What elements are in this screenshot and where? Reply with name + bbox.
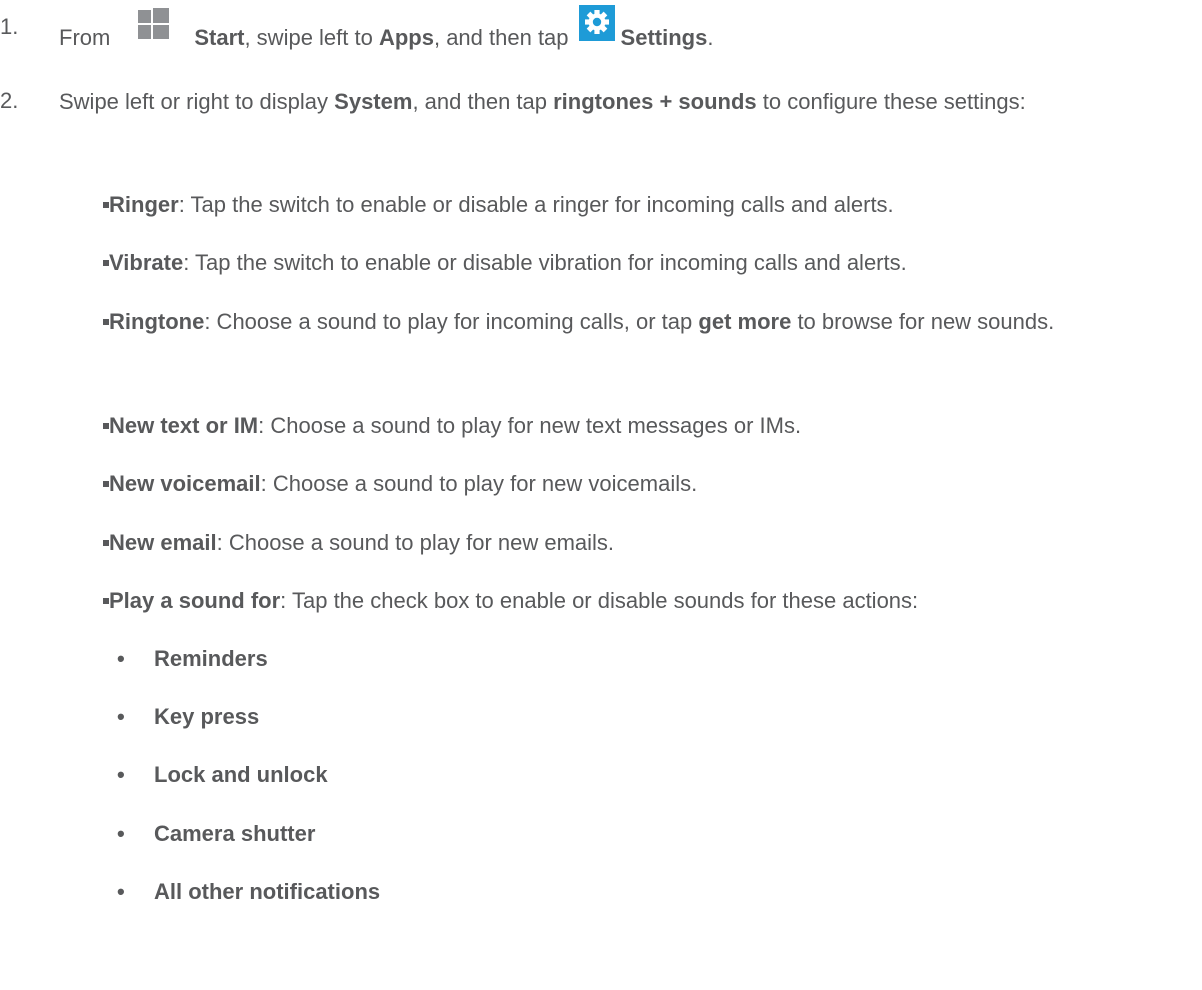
- apps-term: Apps: [378, 25, 434, 50]
- setting-term: Ringer: [109, 192, 179, 217]
- setting-desc: : Tap the switch to enable or disable a …: [178, 192, 894, 217]
- setting-item-vibrate: Vibrate: Tap the switch to enable or dis…: [103, 247, 1192, 278]
- step-body: From Start, swipe left to Apps, and then…: [59, 5, 1192, 53]
- bullet-square: [103, 481, 109, 487]
- setting-item-new-email: New email: Choose a sound to play for ne…: [103, 527, 1192, 558]
- setting-item-ringer: Ringer: Tap the switch to enable or disa…: [103, 189, 1192, 220]
- sound-action-item: • Camera shutter: [117, 818, 315, 849]
- setting-desc: : Choose a sound to play for new text me…: [258, 413, 802, 438]
- bullet-square: [103, 598, 109, 604]
- step-text: .: [707, 25, 714, 50]
- setting-desc: : Tap the check box to enable or disable…: [280, 588, 919, 613]
- start-term: Start: [194, 25, 245, 50]
- bullet-square: [103, 260, 109, 266]
- setting-desc: : Choose a sound to play for new voicema…: [260, 471, 698, 496]
- sound-action-label: Key press: [154, 704, 260, 729]
- setting-term: New voicemail: [109, 471, 261, 496]
- setting-item-new-voicemail: New voicemail: Choose a sound to play fo…: [103, 468, 1192, 499]
- sound-action-label: Reminders: [154, 646, 268, 671]
- step-1: 1. From Start, swipe left to Apps, and t…: [0, 5, 1192, 53]
- bullet-square: [103, 202, 109, 208]
- setting-item-new-text: New text or IM: Choose a sound to play f…: [103, 410, 1192, 441]
- bullet-dot: •: [117, 879, 125, 904]
- sound-action-item: • Lock and unlock: [117, 759, 328, 790]
- setting-term: Vibrate: [109, 250, 184, 275]
- setting-desc: to browse for new sounds.: [797, 309, 1055, 334]
- step-number: 1.: [0, 14, 19, 39]
- bullet-square: [103, 540, 109, 546]
- step-text: From: [59, 25, 111, 50]
- ringtones-term: ringtones + sounds: [553, 89, 757, 114]
- setting-desc: : Tap the switch to enable or disable vi…: [183, 250, 907, 275]
- step-text: , and then tap: [412, 89, 547, 114]
- setting-term: Play a sound for: [109, 588, 281, 613]
- sound-action-label: Camera shutter: [154, 821, 316, 846]
- setting-item-ringtone: Ringtone: Choose a sound to play for inc…: [103, 305, 1192, 339]
- sound-action-label: Lock and unlock: [154, 762, 328, 787]
- setting-desc: : Choose a sound to play for new emails.: [216, 530, 615, 555]
- setting-term: New text or IM: [109, 413, 259, 438]
- instruction-page: 1. From Start, swipe left to Apps, and t…: [0, 0, 1202, 990]
- settings-gear-icon: [578, 5, 615, 41]
- step-2: 2. Swipe left or right to display System…: [0, 85, 1192, 118]
- system-term: System: [334, 89, 413, 114]
- settings-term: Settings: [620, 25, 708, 50]
- step-text: , swipe left to: [244, 25, 373, 50]
- setting-term: Ringtone: [109, 309, 205, 334]
- bullet-dot: •: [117, 821, 125, 846]
- sound-action-label: All other notifications: [154, 879, 381, 904]
- bullet-square: [103, 319, 109, 325]
- bullet-dot: •: [117, 704, 125, 729]
- step-text: Swipe left or right to display: [59, 89, 329, 114]
- setting-item-play-sound: Play a sound for: Tap the check box to e…: [103, 585, 1192, 616]
- setting-desc: : Choose a sound to play for incoming ca…: [204, 309, 693, 334]
- step-body: Swipe left or right to display System, a…: [59, 85, 1192, 118]
- step-text: to configure these settings:: [762, 89, 1026, 114]
- bullet-dot: •: [117, 762, 125, 787]
- step-number: 2.: [0, 88, 19, 113]
- sound-action-item: • Reminders: [117, 643, 268, 674]
- setting-term: New email: [109, 530, 217, 555]
- sound-action-item: • All other notifications: [117, 876, 380, 907]
- windows-start-icon: [138, 8, 170, 39]
- step-text: , and then tap: [433, 25, 569, 50]
- get-more-term: get more: [698, 309, 792, 334]
- sound-action-item: • Key press: [117, 701, 259, 732]
- bullet-dot: •: [117, 646, 125, 671]
- bullet-square: [103, 423, 109, 429]
